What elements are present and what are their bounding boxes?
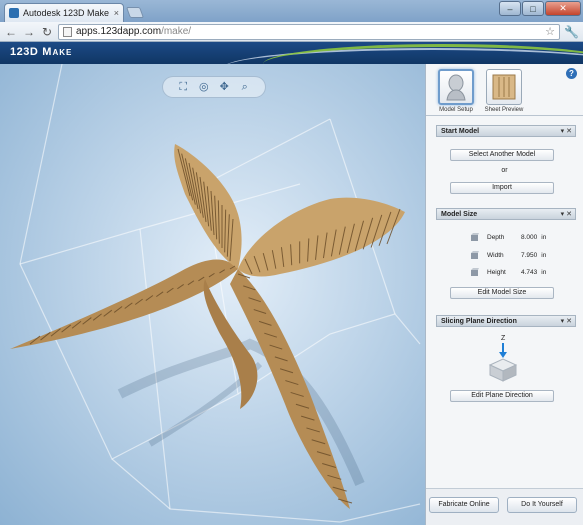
width-value: 7.950 [521, 252, 538, 259]
tab-sheet-preview[interactable]: Sheet Preview [484, 69, 524, 113]
or-label: or [501, 167, 508, 174]
app-logo: 123D Make [10, 46, 72, 58]
width-label: Width [487, 252, 504, 259]
height-cube-icon [471, 268, 479, 276]
depth-unit: in [541, 234, 547, 241]
url-path: /make/ [161, 26, 192, 37]
settings-wrench-icon[interactable]: 🔧 [564, 25, 579, 39]
maximize-button[interactable]: □ [522, 1, 544, 16]
tab-model-setup[interactable]: Model Setup [436, 69, 476, 113]
new-tab-button[interactable] [125, 7, 145, 18]
address-bar[interactable]: apps.123dapp.com/make/ ☆ [58, 23, 561, 40]
start-model-header[interactable]: Start Model ▾ ✕ [436, 125, 576, 137]
slicing-plane-header[interactable]: Slicing Plane Direction ▾ ✕ [436, 315, 576, 327]
width-row: Width 7.950 in [470, 251, 546, 260]
sheet-preview-icon [486, 69, 522, 105]
logo-make: Make [42, 46, 73, 58]
start-model-title: Start Model [441, 128, 480, 135]
height-label: Height [487, 269, 506, 276]
tab-sheet-preview-label: Sheet Preview [484, 107, 524, 113]
mode-tabs: Model Setup Sheet Preview [436, 69, 524, 113]
minimize-button[interactable]: – [499, 1, 521, 16]
bounding-box [19, 64, 421, 523]
tab-title: Autodesk 123D Make – free [23, 8, 110, 18]
pan-icon[interactable]: ✥ [217, 80, 231, 94]
section-collapse-icon[interactable]: ▾ ✕ [561, 316, 572, 327]
header-swoosh-accent [263, 44, 583, 64]
import-button[interactable]: Import [450, 182, 554, 194]
section-collapse-icon[interactable]: ▾ ✕ [561, 209, 572, 220]
sheet-preview-svg [492, 74, 516, 100]
height-row: Height 4.743 in [470, 268, 546, 277]
url-text: apps.123dapp.com/make/ [76, 26, 541, 37]
logo-123d: 123D [10, 46, 39, 58]
width-cube-icon [471, 251, 479, 259]
model-scene [10, 64, 421, 523]
reload-icon[interactable]: ↻ [40, 25, 54, 39]
tab-divider [426, 115, 583, 116]
head-bust-icon [438, 69, 474, 105]
section-collapse-icon[interactable]: ▾ ✕ [561, 126, 572, 137]
do-it-yourself-button[interactable]: Do It Yourself [507, 497, 577, 513]
height-value: 4.743 [521, 269, 538, 276]
edit-plane-direction-button[interactable]: Edit Plane Direction [450, 390, 554, 402]
3d-viewport[interactable]: ⛶ ◎ ✥ ⌕ [0, 64, 425, 525]
depth-value: 8.000 [521, 234, 538, 241]
slicing-direction-icon [488, 343, 518, 382]
url-host: apps.123dapp.com [76, 26, 162, 37]
width-unit: in [541, 252, 547, 259]
fit-view-icon[interactable]: ⛶ [176, 80, 190, 94]
close-window-button[interactable]: ✕ [545, 1, 581, 16]
depth-label: Depth [487, 234, 505, 241]
slicing-plane-title: Slicing Plane Direction [441, 318, 517, 325]
window-controls: – □ ✕ [499, 1, 581, 16]
bookmark-star-icon[interactable]: ☆ [545, 25, 555, 38]
forward-icon[interactable]: → [22, 25, 36, 39]
depth-row: Depth 8.000 in [470, 233, 546, 242]
back-icon[interactable]: ← [4, 25, 18, 39]
orbit-icon[interactable]: ◎ [197, 80, 211, 94]
axis-z-label: Z [501, 335, 506, 342]
view-navigation-toolbar: ⛶ ◎ ✥ ⌕ [162, 76, 266, 98]
edit-model-size-button[interactable]: Edit Model Size [450, 287, 554, 299]
model-size-title: Model Size [441, 211, 478, 218]
tab-model-setup-label: Model Setup [439, 107, 473, 113]
browser-tab-strip: Autodesk 123D Make – free × – □ ✕ [0, 0, 583, 22]
height-unit: in [541, 269, 547, 276]
head-bust-svg [446, 74, 466, 101]
depth-cube-icon [471, 233, 479, 241]
browser-tab[interactable]: Autodesk 123D Make – free × [4, 3, 124, 22]
select-another-model-button[interactable]: Select Another Model [450, 149, 554, 161]
zoom-icon[interactable]: ⌕ [238, 80, 252, 94]
model-size-header[interactable]: Model Size ▾ ✕ [436, 208, 576, 220]
fabricate-online-button[interactable]: Fabricate Online [429, 497, 499, 513]
help-icon[interactable]: ? [566, 68, 577, 79]
browser-toolbar: ← → ↻ apps.123dapp.com/make/ ☆ 🔧 [0, 22, 583, 42]
tab-close-icon[interactable]: × [114, 8, 119, 18]
app-header: 123D Make [0, 42, 583, 64]
settings-panel: ? Model Setup Sheet Preview Start Model [425, 64, 583, 525]
autodesk-favicon-icon [9, 8, 19, 18]
page-icon [63, 26, 72, 37]
